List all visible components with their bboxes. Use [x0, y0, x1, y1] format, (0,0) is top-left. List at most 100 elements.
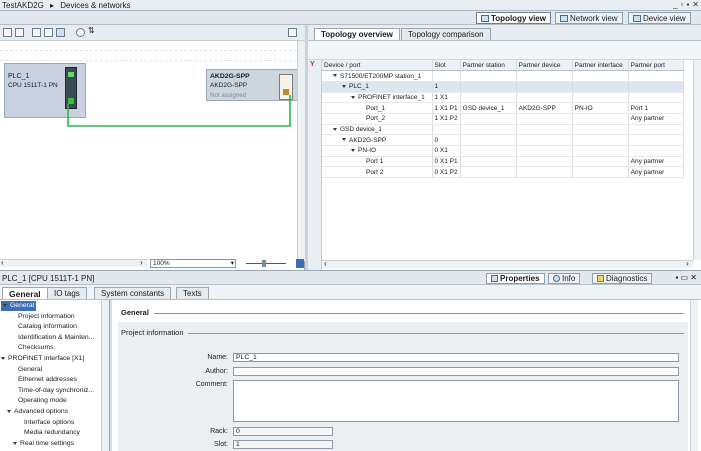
- tab-topology-comparison[interactable]: Topology comparison: [401, 28, 491, 40]
- scroll-right-icon[interactable]: ›: [140, 259, 143, 267]
- name-field[interactable]: PLC_1: [233, 353, 679, 362]
- partner-interface-cell[interactable]: [572, 166, 629, 179]
- partner-port-cell[interactable]: [628, 145, 684, 157]
- device-port-cell[interactable]: Port 1: [322, 156, 433, 168]
- partner-interface-cell[interactable]: [572, 156, 629, 168]
- scroll-right-icon[interactable]: ›: [686, 260, 689, 268]
- partner-interface-cell[interactable]: [572, 70, 629, 82]
- partner-device-cell[interactable]: [516, 81, 573, 93]
- partner-station-cell[interactable]: [460, 156, 517, 168]
- overview-navigation-icon[interactable]: [296, 259, 304, 268]
- column-header-partner-device[interactable]: Partner device: [516, 60, 573, 72]
- subtab-texts[interactable]: Texts: [176, 287, 209, 299]
- restore-icon[interactable]: ▫: [681, 0, 684, 9]
- device-port-cell[interactable]: PN-IO: [322, 145, 433, 157]
- nav-item[interactable]: PROFINET interface [X1]: [1, 354, 84, 364]
- slot-cell[interactable]: 1 X1 P2: [432, 113, 461, 125]
- partner-device-cell[interactable]: [516, 124, 573, 136]
- partner-port-cell[interactable]: [628, 124, 684, 136]
- partner-port-cell[interactable]: [628, 134, 684, 146]
- expand-arrow-icon[interactable]: [13, 441, 17, 445]
- scroll-left-icon[interactable]: ‹: [324, 260, 327, 268]
- nav-item[interactable]: General: [18, 365, 42, 375]
- nav-item[interactable]: Identification & Mainten...: [18, 333, 94, 343]
- partner-port-cell[interactable]: Port 1: [628, 102, 684, 114]
- slot-cell[interactable]: [432, 70, 461, 82]
- subtab-general[interactable]: General: [2, 287, 48, 299]
- slot-cell[interactable]: 1: [432, 81, 461, 93]
- nav-item[interactable]: Real time settings: [13, 439, 74, 449]
- partner-station-cell[interactable]: [460, 70, 517, 82]
- partner-interface-cell[interactable]: [572, 124, 629, 136]
- slot-cell[interactable]: [432, 124, 461, 136]
- subtab-system-constants[interactable]: System constants: [94, 287, 172, 299]
- canvas-vertical-scrollbar[interactable]: [297, 41, 305, 261]
- device-port-cell[interactable]: PROFINET interface_1: [322, 92, 433, 104]
- nav-vertical-scrollbar[interactable]: [101, 300, 109, 451]
- partner-station-cell[interactable]: [460, 81, 517, 93]
- partner-device-cell[interactable]: [516, 92, 573, 104]
- network-tool-icon-5[interactable]: [56, 28, 65, 37]
- slot-cell[interactable]: 0 X1: [432, 145, 461, 157]
- partner-interface-cell[interactable]: [572, 113, 629, 125]
- plc-station[interactable]: PLC_1 CPU 1511T-1 PN: [4, 63, 86, 118]
- topology-horizontal-scrollbar[interactable]: [322, 260, 693, 268]
- expand-arrow-icon[interactable]: [351, 149, 355, 153]
- sort-icon[interactable]: ⇅: [88, 26, 97, 35]
- expand-arrow-icon[interactable]: [333, 127, 337, 131]
- network-tool-icon-3[interactable]: [32, 28, 41, 37]
- partner-station-cell[interactable]: [460, 145, 517, 157]
- nav-item[interactable]: Interface options: [24, 418, 74, 428]
- nav-item[interactable]: General: [1, 301, 37, 311]
- table-row[interactable]: AKD2G-SPP 0: [322, 134, 684, 146]
- tab-network-view[interactable]: Network view: [555, 12, 623, 24]
- comment-field[interactable]: [233, 380, 679, 422]
- slot-cell[interactable]: 0 X1 P2: [432, 166, 461, 179]
- zoom-slider-thumb[interactable]: [262, 260, 266, 267]
- nav-item[interactable]: Time-of-day synchroniz...: [18, 386, 94, 396]
- slot-cell[interactable]: 0 X1 P1: [432, 156, 461, 168]
- expand-arrow-icon[interactable]: [1, 356, 5, 360]
- topology-vertical-scrollbar[interactable]: [693, 60, 701, 260]
- tab-info[interactable]: Info: [548, 273, 581, 284]
- nav-item[interactable]: Catalog information: [18, 322, 77, 332]
- partner-interface-cell[interactable]: PN-IO: [572, 102, 629, 114]
- slot-cell[interactable]: 1 X1 P1: [432, 102, 461, 114]
- partner-station-cell[interactable]: [460, 124, 517, 136]
- tab-properties[interactable]: Properties: [486, 273, 545, 284]
- slot-cell[interactable]: 1 X1: [432, 92, 461, 104]
- maximize-icon[interactable]: ▪: [686, 0, 689, 9]
- tab-topology-view[interactable]: Topology view: [476, 12, 551, 24]
- expand-arrow-icon[interactable]: [7, 409, 11, 413]
- inspector-window-controls-icon[interactable]: ▪ ▭ ✕: [675, 273, 697, 282]
- slot-cell[interactable]: 0: [432, 134, 461, 146]
- partner-interface-cell[interactable]: [572, 92, 629, 104]
- expand-arrow-icon[interactable]: [333, 74, 337, 78]
- breadcrumb-project[interactable]: TestAKD2G: [2, 1, 44, 10]
- nav-item[interactable]: Media redundancy: [24, 428, 80, 438]
- partner-station-cell[interactable]: GSD device_1: [460, 102, 517, 114]
- partner-interface-cell[interactable]: [572, 81, 629, 93]
- partner-device-cell[interactable]: [516, 156, 573, 168]
- table-row[interactable]: Port 20 X1 P2 Any partner: [322, 166, 684, 179]
- device-port-cell[interactable]: Port_1: [322, 102, 433, 114]
- network-tool-icon-2[interactable]: [15, 28, 24, 37]
- canvas-horizontal-scrollbar[interactable]: [0, 259, 148, 267]
- device-port-cell[interactable]: GSD device_1: [322, 124, 433, 136]
- filter-icon[interactable]: Y: [310, 61, 315, 68]
- table-row[interactable]: Port 10 X1 P1 Any partner: [322, 156, 684, 168]
- device-port-cell[interactable]: Port 2: [322, 166, 433, 179]
- table-row[interactable]: S71500/ET200MP station_1: [322, 70, 684, 82]
- partner-station-cell[interactable]: [460, 166, 517, 179]
- author-field[interactable]: [233, 367, 679, 376]
- nav-item[interactable]: Ethernet addresses: [18, 375, 77, 385]
- minimize-icon[interactable]: _: [673, 0, 677, 9]
- nav-item[interactable]: Checksums: [18, 343, 54, 353]
- zoom-icon[interactable]: [76, 28, 85, 37]
- tab-device-view[interactable]: Device view: [628, 12, 691, 24]
- partner-device-cell[interactable]: [516, 166, 573, 179]
- subtab-io-tags[interactable]: IO tags: [47, 287, 87, 299]
- partner-station-cell[interactable]: [460, 113, 517, 125]
- partner-port-cell[interactable]: Any partner: [628, 156, 684, 168]
- column-header-partner-station[interactable]: Partner station: [460, 60, 517, 72]
